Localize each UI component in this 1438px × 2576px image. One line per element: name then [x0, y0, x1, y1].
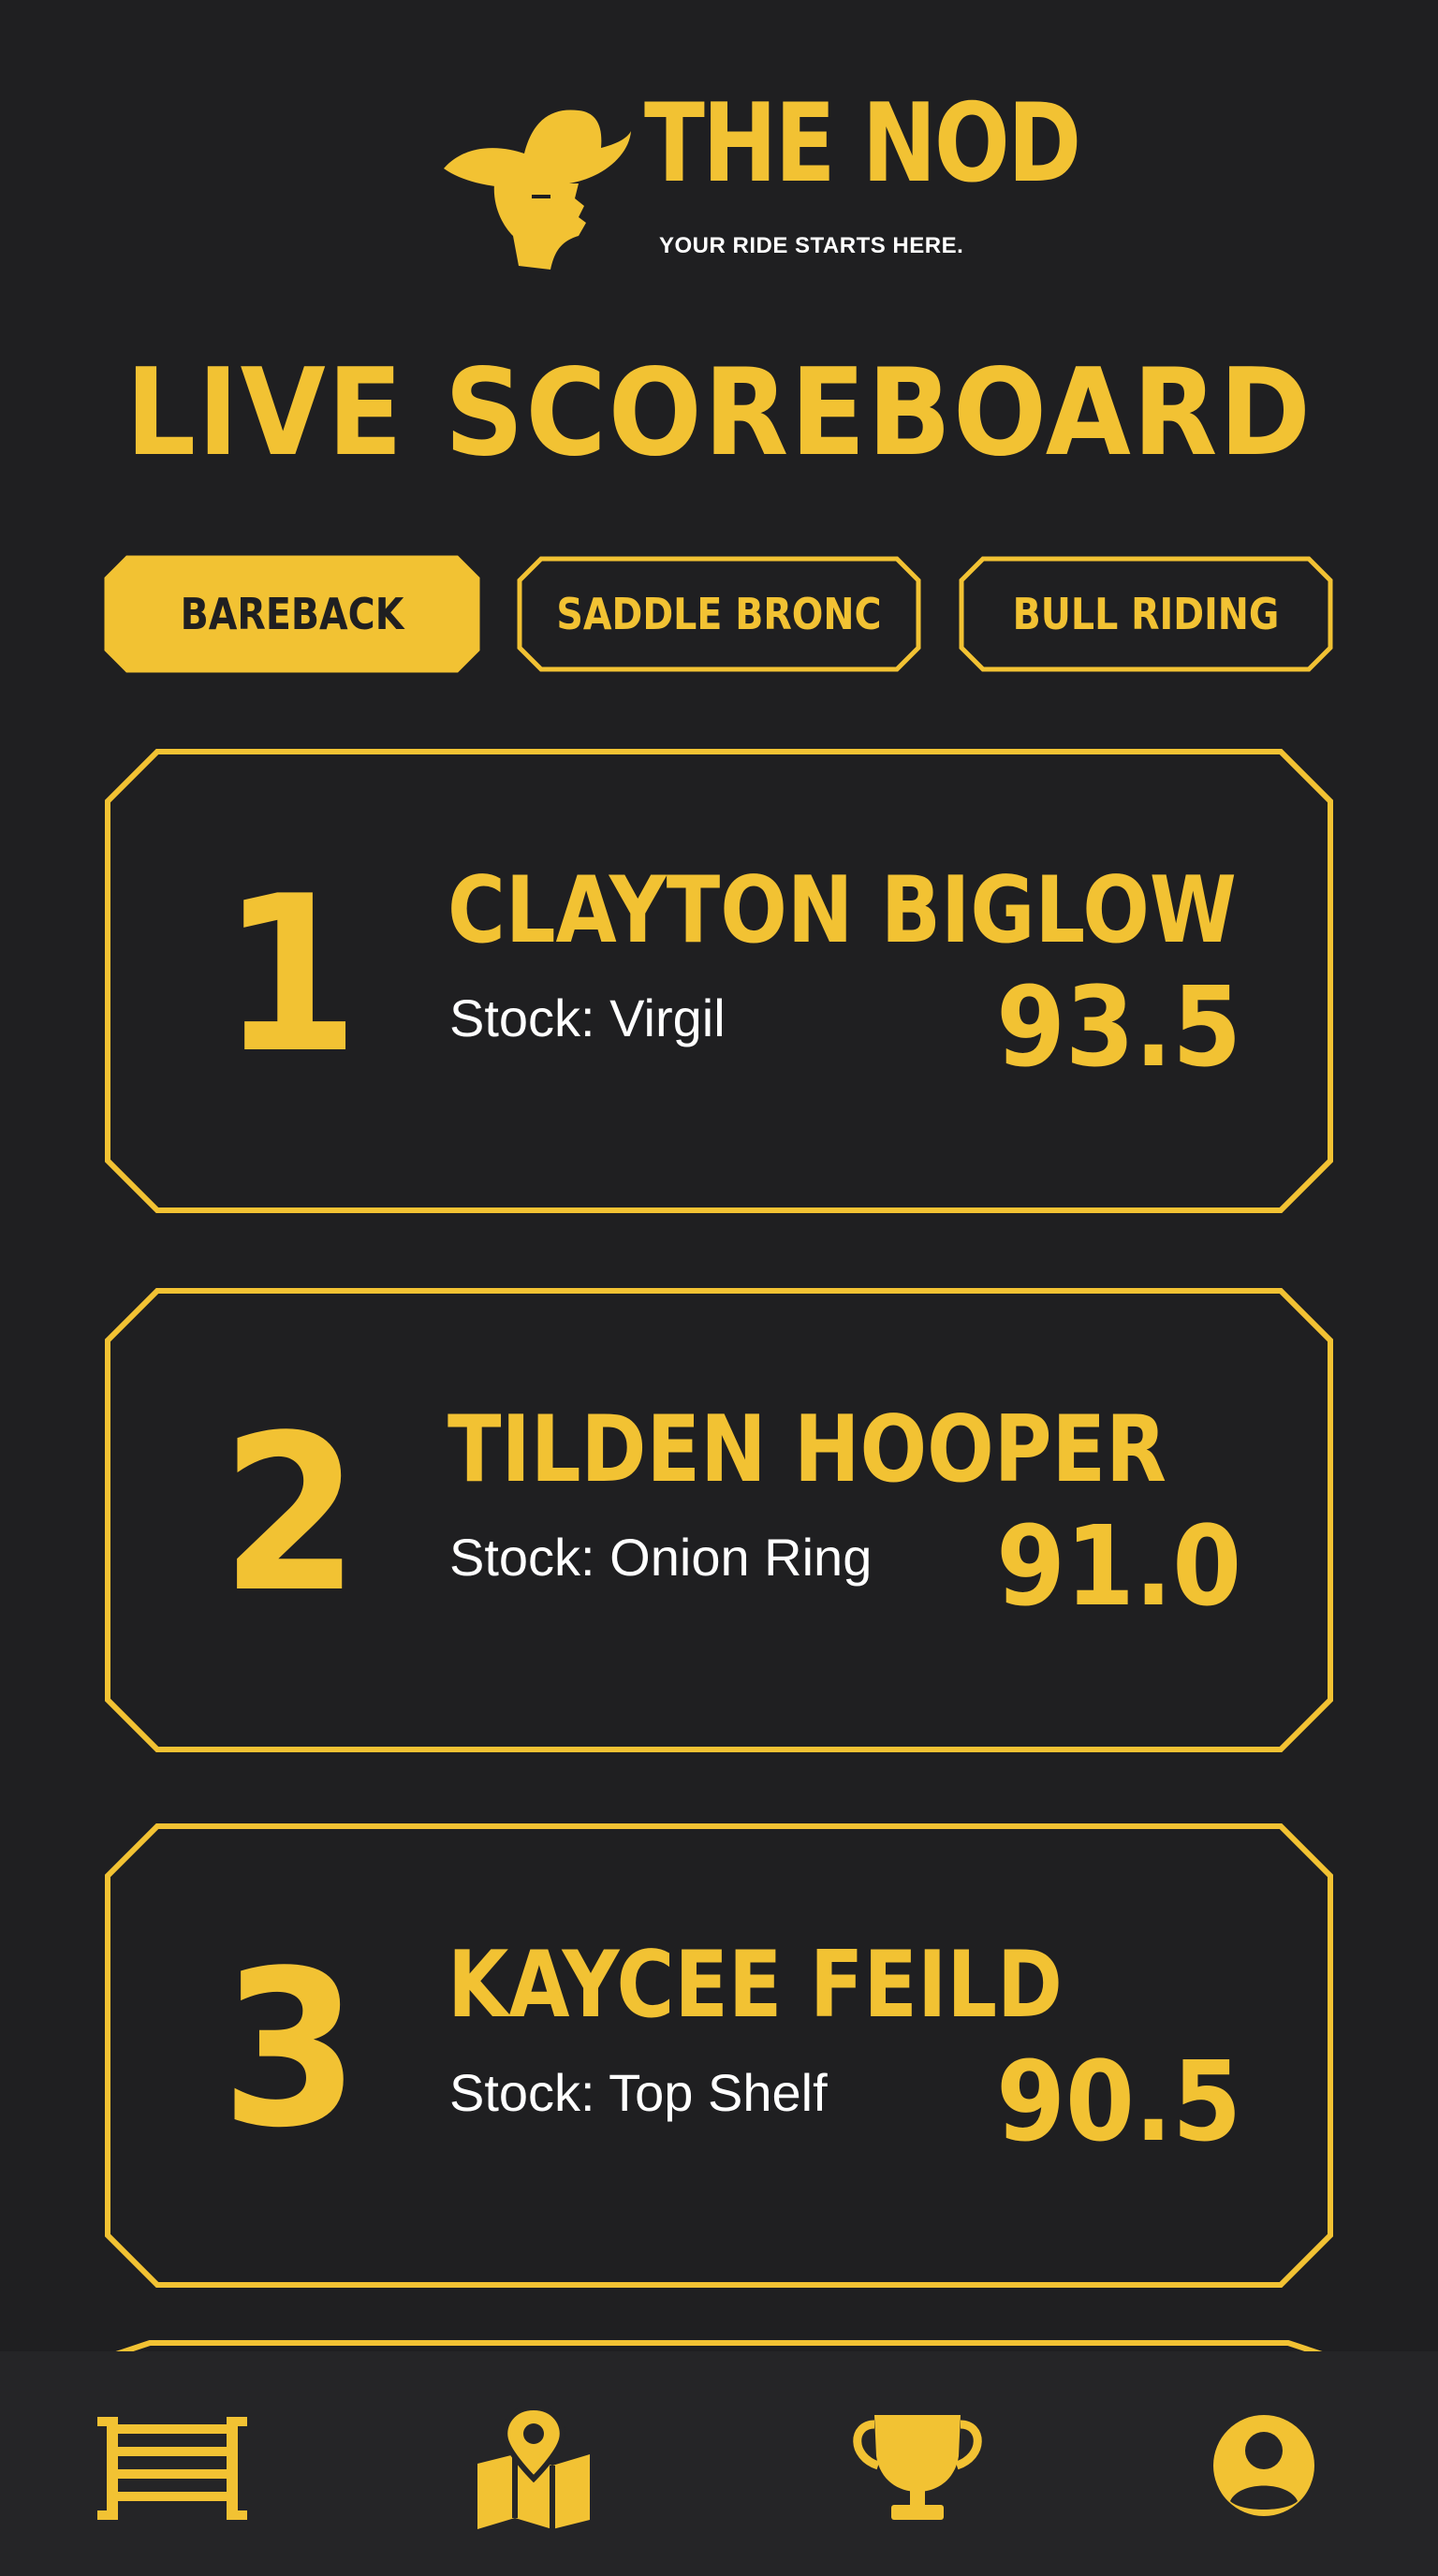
score-value: 90.5	[995, 2037, 1241, 2166]
rider-name: CLAYTON BIGLOW	[448, 857, 1237, 964]
profile-icon	[1213, 2415, 1314, 2516]
score-value: 93.5	[995, 962, 1241, 1091]
tab-saddle-bronc[interactable]: SADDLE BRONC	[515, 554, 923, 674]
app-header: THE NOD YOUR RIDE STARTS HERE.	[0, 75, 1438, 281]
stock-name: Stock: Onion Ring	[449, 1528, 873, 1587]
nav-trophy[interactable]	[843, 2408, 1002, 2529]
rank-number: 2	[221, 1390, 360, 1640]
rank-number: 3	[221, 1925, 360, 2175]
nav-map[interactable]	[468, 2408, 627, 2529]
trophy-icon	[853, 2415, 982, 2520]
cowboy-logo-icon	[444, 110, 631, 270]
brand-name: THE NOD	[644, 80, 1081, 207]
nav-profile[interactable]	[1208, 2408, 1367, 2529]
leaderboard-card-3[interactable]: 3 KAYCEE FEILD Stock: Top Shelf 90.5	[103, 1822, 1335, 2290]
rider-name: KAYCEE FEILD	[448, 1932, 1063, 2039]
stock-name: Stock: Top Shelf	[449, 2063, 828, 2122]
rodeo-gate-icon	[97, 2417, 247, 2520]
tab-bull-riding-label: BULL RIDING	[1012, 589, 1280, 639]
leaderboard-card-1[interactable]: 1 CLAYTON BIGLOW Stock: Virgil 93.5	[103, 747, 1335, 1215]
score-value: 91.0	[995, 1501, 1241, 1631]
bottom-nav	[0, 2351, 1438, 2576]
tab-saddle-bronc-label: SADDLE BRONC	[556, 589, 882, 639]
rank-number: 1	[221, 851, 360, 1101]
leaderboard-card-2[interactable]: 2 TILDEN HOOPER Stock: Onion Ring 91.0	[103, 1286, 1335, 1754]
brand-tagline: YOUR RIDE STARTS HERE.	[659, 233, 964, 258]
map-pin-icon	[477, 2408, 590, 2529]
tab-bull-riding[interactable]: BULL RIDING	[957, 554, 1335, 674]
stock-name: Stock: Virgil	[449, 988, 726, 1047]
tab-bareback-label: BAREBACK	[180, 589, 404, 639]
brand-logo: THE NOD YOUR RIDE STARTS HERE.	[438, 86, 1081, 273]
event-tabs: BAREBACK SADDLE BRONC BULL RIDING	[103, 554, 1335, 678]
nav-rodeo-gate[interactable]	[97, 2408, 257, 2529]
page-title: LIVE SCOREBOARD	[125, 344, 1313, 483]
rider-name: TILDEN HOOPER	[448, 1397, 1167, 1503]
tab-bareback[interactable]: BAREBACK	[103, 554, 481, 674]
